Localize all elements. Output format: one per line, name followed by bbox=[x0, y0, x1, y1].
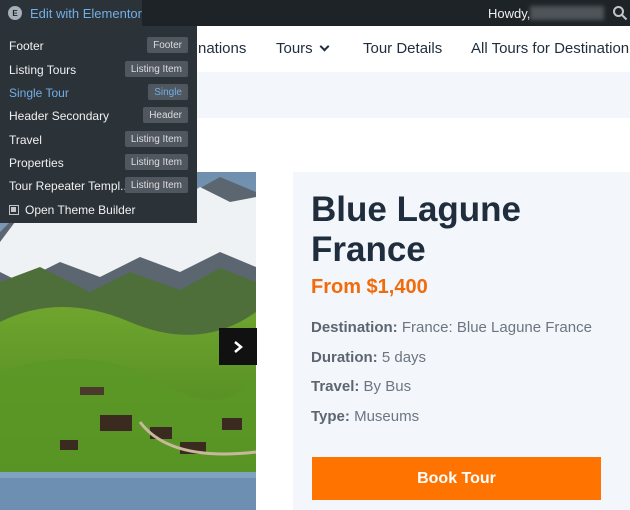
nav-item-destinations[interactable]: nations bbox=[198, 40, 246, 57]
dropdown-item-properties[interactable]: Properties Listing Item bbox=[0, 151, 197, 174]
nav-item-tours[interactable]: Tours bbox=[276, 40, 330, 57]
type-label: Type: bbox=[311, 408, 350, 425]
nav-item-all-tours[interactable]: All Tours for Destination bbox=[471, 40, 629, 57]
gallery-next-button[interactable] bbox=[219, 328, 257, 365]
edit-with-elementor-button[interactable]: E Edit with Elementor bbox=[0, 0, 142, 26]
theme-builder-icon bbox=[9, 204, 19, 215]
book-tour-button[interactable]: Book Tour bbox=[312, 457, 601, 500]
edit-with-elementor-label: Edit with Elementor bbox=[30, 5, 142, 21]
dropdown-item-travel[interactable]: Travel Listing Item bbox=[0, 128, 197, 151]
dropdown-item-listing-tours[interactable]: Listing Tours Listing Item bbox=[0, 58, 197, 81]
open-theme-builder-label: Open Theme Builder bbox=[25, 202, 136, 217]
tour-title: Blue Lagune France bbox=[311, 190, 522, 269]
tour-destination: Destination: France: Blue Lagune France bbox=[311, 319, 592, 336]
template-type-badge: Listing Item bbox=[124, 61, 188, 77]
template-type-badge: Listing Item bbox=[124, 177, 188, 193]
tour-type: Type: Museums bbox=[311, 408, 419, 425]
template-type-badge: Header bbox=[143, 107, 188, 123]
type-value: Museums bbox=[354, 408, 420, 425]
dropdown-item-label: Single Tour bbox=[9, 85, 69, 100]
template-type-badge: Single bbox=[148, 84, 188, 100]
elementor-dropdown-menu: Footer Footer Listing Tours Listing Item… bbox=[0, 26, 197, 223]
chevron-right-icon bbox=[234, 340, 243, 353]
tour-price: From $1,400 bbox=[311, 276, 428, 298]
search-icon[interactable] bbox=[612, 5, 628, 21]
dropdown-item-label: Footer bbox=[9, 38, 44, 53]
dropdown-item-label: Header Secondary bbox=[9, 108, 110, 123]
dropdown-item-tour-repeater[interactable]: Tour Repeater Templ... Listing Item bbox=[0, 174, 197, 197]
tour-duration: Duration: 5 days bbox=[311, 349, 426, 366]
dropdown-item-single-tour[interactable]: Single Tour Single bbox=[0, 81, 197, 104]
dropdown-item-header-secondary[interactable]: Header Secondary Header bbox=[0, 104, 197, 127]
howdy-text[interactable]: Howdy, bbox=[488, 0, 530, 26]
travel-label: Travel: bbox=[311, 378, 360, 395]
tour-info-card: Blue Lagune France From $1,400 Destinati… bbox=[293, 172, 630, 510]
chevron-down-icon bbox=[319, 41, 330, 52]
dropdown-item-label: Tour Repeater Templ... bbox=[9, 178, 131, 193]
template-type-badge: Listing Item bbox=[124, 131, 188, 147]
dropdown-item-label: Properties bbox=[9, 155, 64, 170]
destination-value: France: Blue Lagune France bbox=[401, 319, 592, 336]
duration-label: Duration: bbox=[311, 349, 378, 366]
travel-value: By Bus bbox=[363, 378, 412, 395]
user-name-blurred[interactable] bbox=[530, 6, 604, 20]
nav-item-tour-details[interactable]: Tour Details bbox=[363, 40, 442, 57]
dropdown-item-label: Travel bbox=[9, 132, 42, 147]
tour-travel: Travel: By Bus bbox=[311, 378, 411, 395]
open-theme-builder-link[interactable]: Open Theme Builder bbox=[0, 198, 197, 221]
destination-label: Destination: bbox=[311, 319, 398, 336]
elementor-icon: E bbox=[8, 6, 22, 20]
dropdown-item-label: Listing Tours bbox=[9, 62, 77, 77]
duration-value: 5 days bbox=[381, 349, 427, 366]
nav-item-tours-label: Tours bbox=[276, 40, 313, 57]
template-type-badge: Listing Item bbox=[124, 154, 188, 170]
template-type-badge: Footer bbox=[147, 37, 188, 53]
admin-bar: E Edit with Elementor Howdy, bbox=[0, 0, 630, 26]
dropdown-item-footer[interactable]: Footer Footer bbox=[0, 34, 197, 57]
